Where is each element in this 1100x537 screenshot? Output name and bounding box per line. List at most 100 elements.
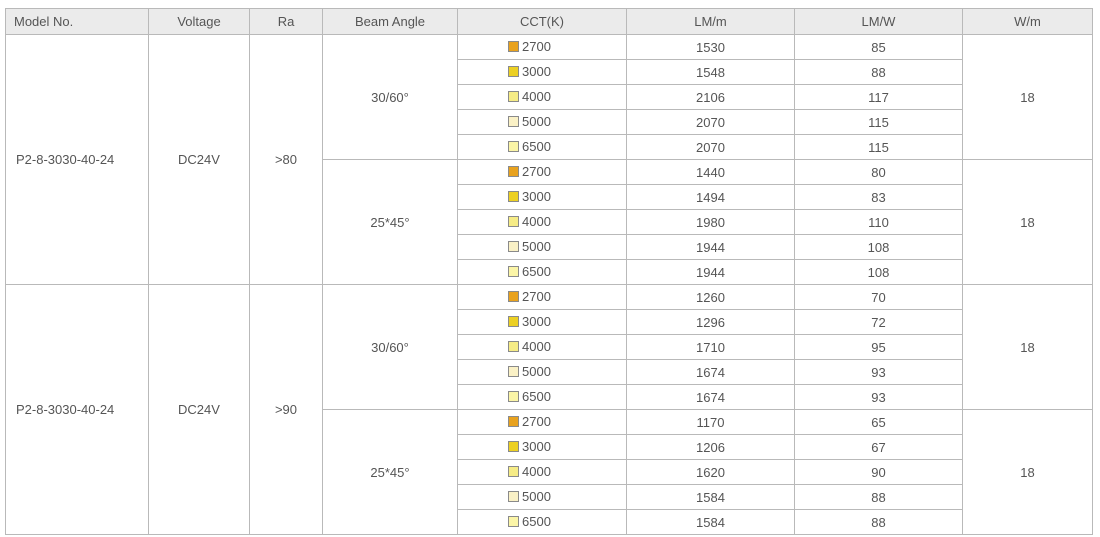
cct-cell: 2700 [457, 284, 627, 310]
model-no-cell: P2-8-3030-40-24 [5, 284, 149, 535]
cct-value: 2700 [508, 164, 568, 179]
color-swatch-icon [508, 316, 519, 327]
header-row: Model No. Voltage Ra Beam Angle CCT(K) L… [5, 8, 1093, 35]
cct-cell: 5000 [457, 484, 627, 510]
w-m-cell: 18 [962, 34, 1093, 160]
color-swatch-icon [508, 491, 519, 502]
cct-label: 6500 [522, 264, 551, 279]
cct-label: 4000 [522, 464, 551, 479]
lm-w-cell: 85 [794, 34, 963, 60]
lm-w-cell: 65 [794, 409, 963, 435]
cct-label: 2700 [522, 289, 551, 304]
lm-m-cell: 2070 [626, 134, 795, 160]
cct-value: 5000 [508, 239, 568, 254]
cct-value: 6500 [508, 264, 568, 279]
cct-label: 5000 [522, 489, 551, 504]
lm-w-cell: 117 [794, 84, 963, 110]
cct-value: 4000 [508, 214, 568, 229]
ra-cell: >80 [249, 34, 323, 285]
cct-cell: 6500 [457, 259, 627, 285]
cct-cell: 6500 [457, 134, 627, 160]
cct-cell: 6500 [457, 384, 627, 410]
lm-w-cell: 70 [794, 284, 963, 310]
lm-w-cell: 67 [794, 434, 963, 460]
cct-cell: 2700 [457, 159, 627, 185]
cct-cell: 4000 [457, 84, 627, 110]
cct-cell: 5000 [457, 109, 627, 135]
beam-angle-cell: 25*45° [322, 409, 458, 535]
color-swatch-icon [508, 266, 519, 277]
lm-w-cell: 88 [794, 509, 963, 535]
model-no-cell: P2-8-3030-40-24 [5, 34, 149, 285]
cct-label: 3000 [522, 439, 551, 454]
cct-value: 4000 [508, 339, 568, 354]
lm-m-cell: 1440 [626, 159, 795, 185]
beam-angle-cell: 25*45° [322, 159, 458, 285]
color-swatch-icon [508, 216, 519, 227]
w-m-cell: 18 [962, 284, 1093, 410]
table-row: P2-8-3030-40-24 DC24V >90 30/60° 2700 1260 70 1… [5, 284, 1093, 535]
lm-w-cell: 88 [794, 484, 963, 510]
cct-value: 4000 [508, 464, 568, 479]
lm-m-cell: 1494 [626, 184, 795, 210]
cct-label: 2700 [522, 39, 551, 54]
beam-angle-cell: 30/60° [322, 34, 458, 160]
header-ra: Ra [249, 8, 323, 35]
spec-table: Model No. Voltage Ra Beam Angle CCT(K) L… [5, 8, 1093, 535]
cct-value: 6500 [508, 139, 568, 154]
color-swatch-icon [508, 466, 519, 477]
cct-label: 5000 [522, 364, 551, 379]
cct-value: 3000 [508, 189, 568, 204]
color-swatch-icon [508, 416, 519, 427]
cct-cell: 6500 [457, 509, 627, 535]
lm-w-cell: 93 [794, 384, 963, 410]
w-m-cell: 18 [962, 159, 1093, 285]
lm-w-cell: 88 [794, 59, 963, 85]
cct-label: 4000 [522, 214, 551, 229]
lm-w-cell: 93 [794, 359, 963, 385]
color-swatch-icon [508, 441, 519, 452]
lm-w-cell: 72 [794, 309, 963, 335]
header-voltage: Voltage [148, 8, 250, 35]
color-swatch-icon [508, 41, 519, 52]
lm-w-cell: 110 [794, 209, 963, 235]
cct-cell: 4000 [457, 459, 627, 485]
color-swatch-icon [508, 341, 519, 352]
color-swatch-icon [508, 91, 519, 102]
spec-table-body: P2-8-3030-40-24 DC24V >80 30/60° 2700 1530 85 1… [5, 34, 1093, 535]
lm-m-cell: 1296 [626, 309, 795, 335]
lm-w-cell: 95 [794, 334, 963, 360]
lm-m-cell: 1980 [626, 209, 795, 235]
cct-cell: 5000 [457, 234, 627, 260]
lm-m-cell: 1674 [626, 384, 795, 410]
header-beam-angle: Beam Angle [322, 8, 458, 35]
color-swatch-icon [508, 191, 519, 202]
lm-w-cell: 108 [794, 234, 963, 260]
color-swatch-icon [508, 391, 519, 402]
cct-label: 3000 [522, 64, 551, 79]
header-lm-w: LM/W [794, 8, 963, 35]
cct-value: 2700 [508, 414, 568, 429]
cct-cell: 5000 [457, 359, 627, 385]
cct-value: 2700 [508, 39, 568, 54]
cct-label: 3000 [522, 314, 551, 329]
cct-label: 6500 [522, 139, 551, 154]
color-swatch-icon [508, 366, 519, 377]
lm-m-cell: 1944 [626, 234, 795, 260]
lm-m-cell: 1584 [626, 509, 795, 535]
lm-m-cell: 1260 [626, 284, 795, 310]
cct-cell: 3000 [457, 309, 627, 335]
w-m-cell: 18 [962, 409, 1093, 535]
cct-value: 5000 [508, 114, 568, 129]
lm-m-cell: 1206 [626, 434, 795, 460]
color-swatch-icon [508, 241, 519, 252]
cct-cell: 2700 [457, 34, 627, 60]
cct-value: 4000 [508, 89, 568, 104]
lm-m-cell: 1710 [626, 334, 795, 360]
lm-w-cell: 115 [794, 134, 963, 160]
cct-label: 2700 [522, 164, 551, 179]
cct-value: 6500 [508, 514, 568, 529]
lm-m-cell: 1170 [626, 409, 795, 435]
cct-cell: 2700 [457, 409, 627, 435]
cct-value: 3000 [508, 314, 568, 329]
